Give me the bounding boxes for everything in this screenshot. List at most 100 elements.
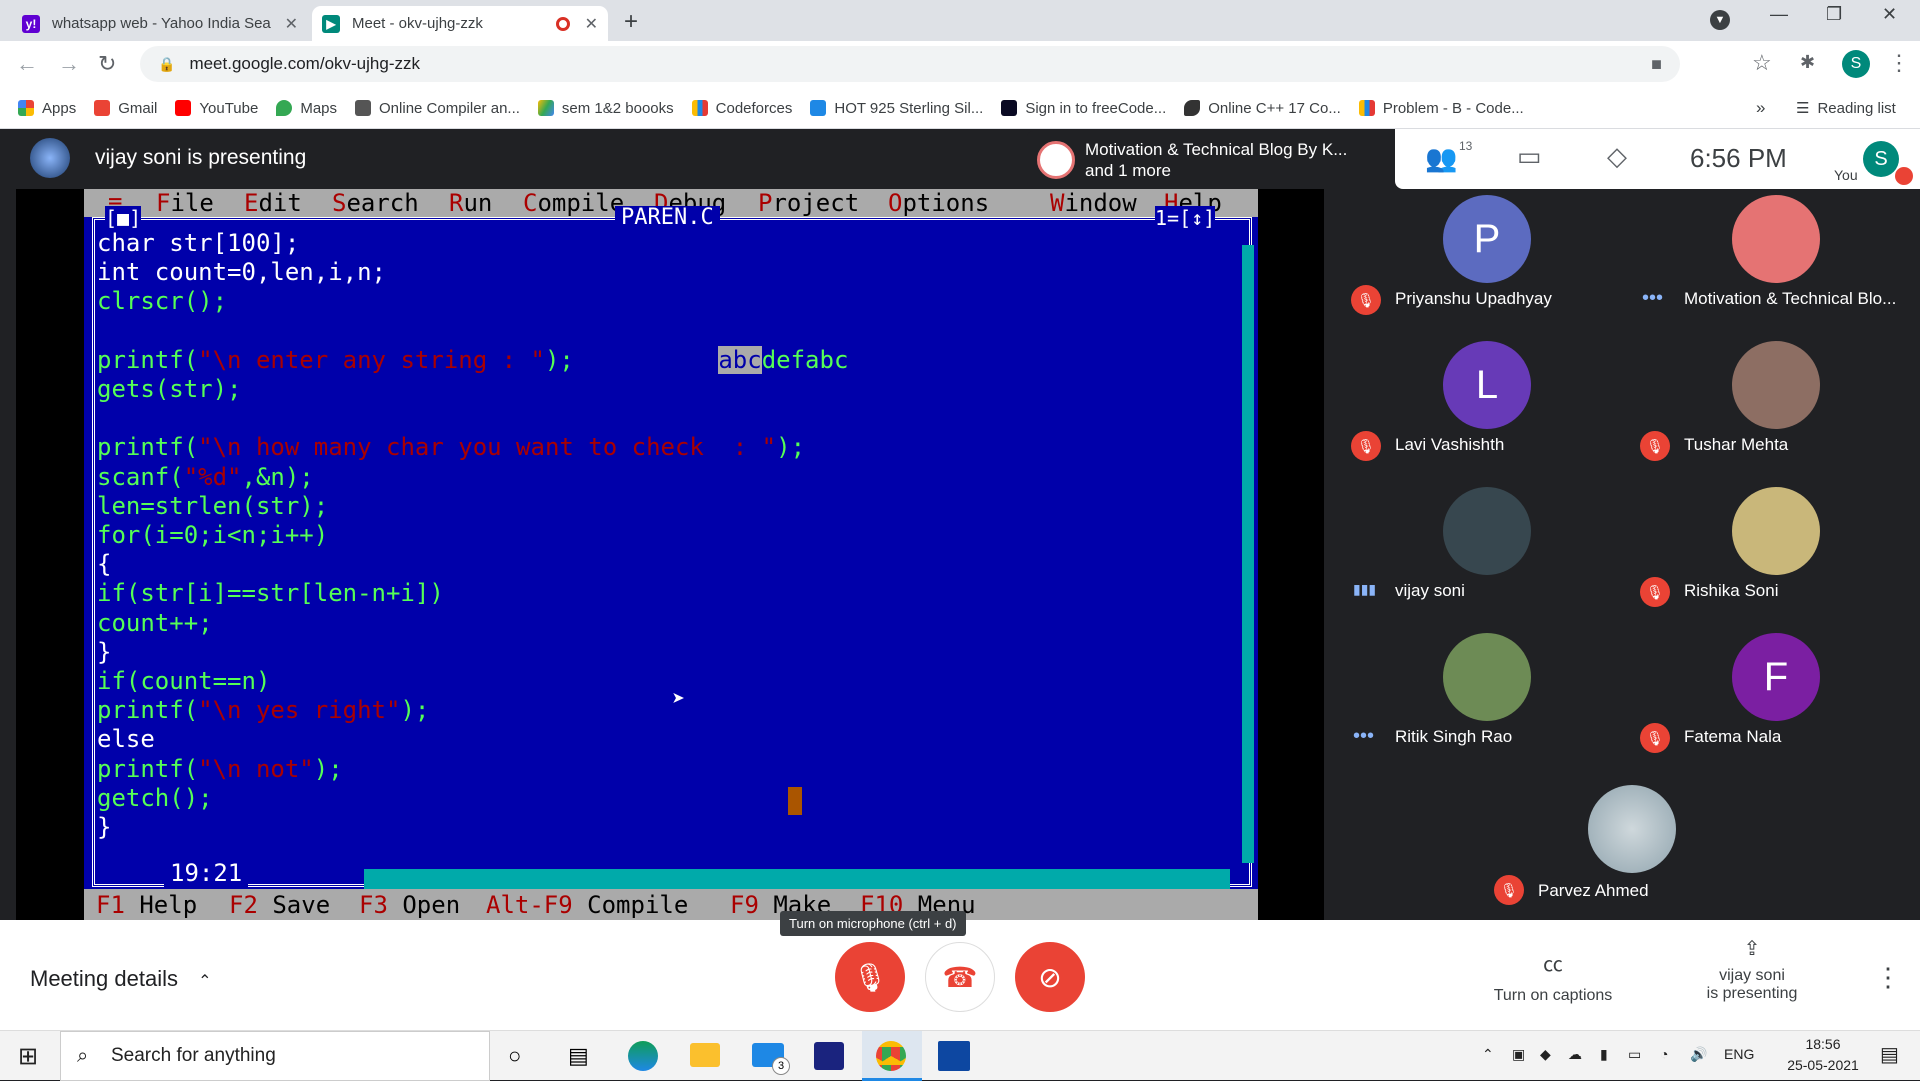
status-shortcut[interactable]: F3 Open: [359, 889, 460, 921]
bookmark-apps[interactable]: Apps: [18, 100, 76, 117]
forward-icon[interactable]: →: [58, 51, 80, 77]
code-line: clrscr();: [97, 287, 227, 316]
cortana-icon[interactable]: ○: [508, 1043, 521, 1069]
dos-menu-item[interactable]: Window: [1050, 189, 1137, 217]
bookmark-codeforces[interactable]: Codeforces: [691, 100, 792, 117]
code-token: "\n yes right": [198, 696, 401, 725]
more-bookmarks-icon[interactable]: »: [1756, 98, 1765, 118]
reading-list-button[interactable]: ☰ Reading list: [1796, 99, 1896, 118]
participant-avatar: [1588, 785, 1676, 873]
participant-tile[interactable]: 🎙 Tushar Mehta: [1632, 335, 1920, 481]
taskbar-search-input[interactable]: ⌕ Search for anything: [60, 1031, 490, 1081]
dos-menu-item[interactable]: File: [156, 189, 214, 217]
code-line: printf("\n not");: [97, 755, 343, 784]
close-icon[interactable]: ✕: [585, 14, 598, 34]
edge-icon[interactable]: [628, 1041, 658, 1071]
extensions-icon[interactable]: ✱: [1800, 52, 1815, 73]
captions-button[interactable]: ㏄ Turn on captions: [1463, 948, 1643, 1005]
bookmarks-bar: Apps Gmail YouTube Maps Online Compiler …: [0, 88, 1920, 129]
dos-menu-item[interactable]: Compile: [523, 189, 624, 217]
code-line: else: [97, 725, 155, 754]
pinned-chip[interactable]: Motivation & Technical Blog By K... and …: [1027, 131, 1395, 187]
dos-menu-item[interactable]: Edit: [244, 189, 302, 217]
chat-icon[interactable]: ▭: [1517, 141, 1542, 172]
status-shortcut[interactable]: F1 Help: [96, 889, 197, 921]
notifications-icon[interactable]: ▤: [1880, 1042, 1899, 1067]
dropbox-icon[interactable]: ◆: [1540, 1046, 1551, 1063]
code-token: count++;: [97, 608, 213, 637]
address-bar[interactable]: 🔒 meet.google.com/okv-ujhg-zzk ■: [140, 46, 1680, 82]
bookmark-online-compiler[interactable]: Online Compiler an...: [355, 100, 520, 117]
close-window-button[interactable]: ✕: [1882, 4, 1897, 25]
meet-window: vijay soni is presenting Motivation & Te…: [0, 129, 1920, 921]
bookmark-problem-b[interactable]: Problem - B - Code...: [1358, 100, 1524, 117]
bookmark-youtube[interactable]: YouTube: [175, 100, 258, 117]
file-explorer-icon[interactable]: [690, 1043, 720, 1067]
back-icon[interactable]: ←: [16, 51, 38, 77]
meeting-details-button[interactable]: Meeting details ⌃: [30, 966, 212, 992]
participant-tile[interactable]: 🎙 Rishika Soni: [1632, 481, 1920, 627]
tray-chevron-icon[interactable]: ⌃: [1482, 1046, 1494, 1063]
tab-meet[interactable]: ▶ Meet - okv-ujhg-zzk ✕: [312, 6, 608, 41]
horizontal-scrollbar[interactable]: [364, 869, 1230, 889]
windows-taskbar: ⊞ ⌕ Search for anything ○ ▤ 3 ⌃ ▣ ◆ ☁ ▮ …: [0, 1030, 1920, 1081]
leave-call-button[interactable]: ☎: [925, 942, 995, 1012]
bookmark-online-cpp[interactable]: Online C++ 17 Co...: [1184, 100, 1341, 117]
reload-icon[interactable]: ↻: [98, 51, 116, 77]
dev-cpp-icon[interactable]: [938, 1041, 970, 1071]
status-shortcut[interactable]: Alt-F9 Compile: [486, 889, 688, 921]
microphone-toggle-button[interactable]: 🎙: [835, 942, 905, 1012]
more-options-icon[interactable]: ⋮: [1875, 962, 1901, 993]
bookmark-maps[interactable]: Maps: [276, 100, 337, 117]
participant-tile[interactable]: ••• Ritik Singh Rao: [1343, 627, 1631, 773]
close-icon[interactable]: ✕: [285, 14, 298, 34]
microphone-tray-icon[interactable]: ▮: [1600, 1046, 1608, 1063]
onedrive-icon[interactable]: ☁: [1568, 1046, 1582, 1063]
vertical-scrollbar[interactable]: [1242, 245, 1254, 863]
restore-button[interactable]: ❐: [1826, 4, 1842, 25]
taskbar-date[interactable]: 25-05-2021: [1778, 1057, 1868, 1073]
status-shortcut[interactable]: F2 Save: [229, 889, 330, 921]
bookmark-hot-925[interactable]: HOT 925 Sterling Sil...: [810, 100, 983, 117]
wifi-icon[interactable]: ◔: [1660, 1046, 1668, 1062]
camera-icon[interactable]: ■: [1651, 54, 1662, 75]
window-number: 1=[↕]: [1155, 206, 1216, 230]
bookmark-sem-books[interactable]: sem 1&2 boooks: [537, 100, 674, 117]
presenting-button[interactable]: ⇪ vijay soni is presenting: [1672, 936, 1832, 1003]
dos-menu-item[interactable]: Options: [888, 189, 989, 217]
participant-tile[interactable]: F 🎙 Fatema Nala: [1632, 627, 1920, 773]
participant-tile[interactable]: ▮▮▮ vijay soni: [1343, 481, 1631, 627]
code-token: abc: [718, 345, 762, 374]
windows-start-icon[interactable]: ⊞: [18, 1042, 38, 1071]
menu-hotkey: R: [449, 189, 464, 217]
visual-studio-icon[interactable]: [814, 1042, 844, 1070]
dos-menu-item[interactable]: Search: [332, 189, 419, 217]
task-view-icon[interactable]: ▤: [568, 1043, 589, 1069]
activities-icon[interactable]: ◇: [1607, 141, 1627, 172]
minimize-button[interactable]: —: [1770, 4, 1788, 25]
menu-icon[interactable]: ⋮: [1888, 50, 1910, 76]
dos-menu-item[interactable]: Run: [449, 189, 492, 217]
participant-name: Ritik Singh Rao: [1395, 727, 1513, 746]
participant-tile[interactable]: L 🎙 Lavi Vashishth: [1343, 335, 1631, 481]
new-tab-button[interactable]: +: [624, 8, 638, 36]
dos-menu-item[interactable]: Project: [758, 189, 859, 217]
bookmark-star-icon[interactable]: ☆: [1752, 50, 1772, 76]
participant-name: vijay soni: [1395, 581, 1465, 600]
tab-yahoo[interactable]: y! whatsapp web - Yahoo India Sea ✕: [12, 6, 308, 41]
tray-devices-icon[interactable]: ▣: [1512, 1046, 1525, 1063]
bookmark-freecodecamp[interactable]: Sign in to freeCode...: [1001, 100, 1166, 117]
people-icon[interactable]: 👥: [1425, 143, 1457, 174]
bookmark-gmail[interactable]: Gmail: [94, 100, 157, 117]
taskbar-time[interactable]: 18:56: [1778, 1036, 1868, 1052]
code-line: for(i=0;i<n;i++): [97, 521, 328, 550]
apps-icon: [18, 100, 34, 116]
participant-tile[interactable]: P 🎙 Priyanshu Upadhyay: [1343, 189, 1631, 335]
volume-icon[interactable]: 🔊: [1690, 1046, 1707, 1063]
camera-toggle-button[interactable]: ⊘: [1015, 942, 1085, 1012]
language-indicator[interactable]: ENG: [1724, 1046, 1754, 1062]
tab-search-icon[interactable]: ▼: [1710, 10, 1730, 30]
profile-avatar[interactable]: S: [1842, 50, 1870, 78]
battery-icon[interactable]: ▭: [1628, 1046, 1641, 1063]
participant-tile[interactable]: ••• Motivation & Technical Blo...: [1632, 189, 1920, 335]
